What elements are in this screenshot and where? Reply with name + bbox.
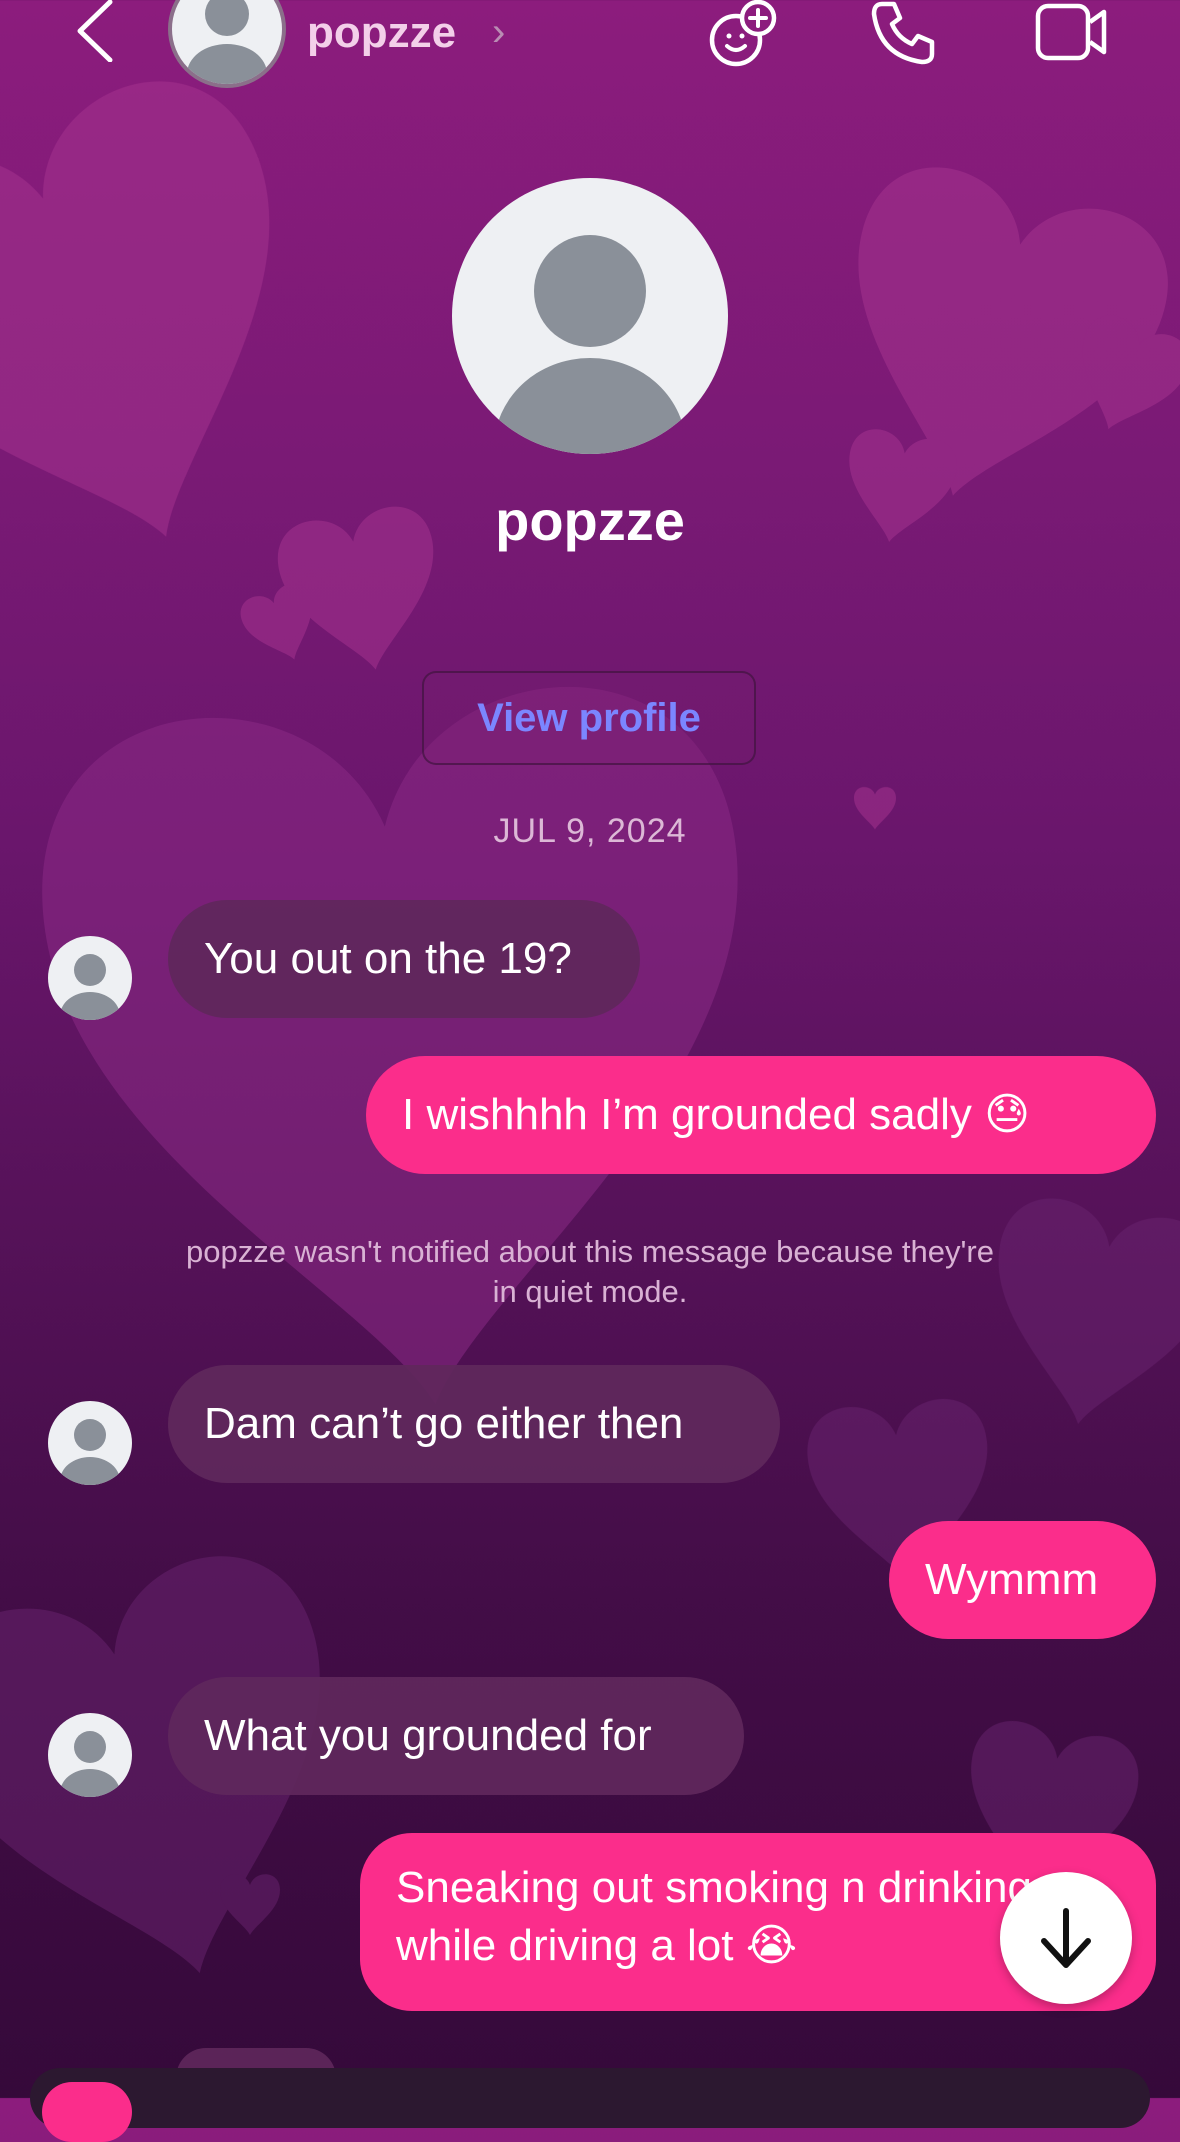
default-avatar-icon xyxy=(60,1731,120,1797)
view-profile-button[interactable]: View profile xyxy=(422,671,756,765)
phone-icon xyxy=(871,1,935,65)
incoming-message[interactable]: Dam can’t go either then xyxy=(168,1365,780,1483)
date-separator: JUL 9, 2024 xyxy=(493,812,687,850)
message-composer[interactable] xyxy=(30,2068,1150,2128)
outgoing-message[interactable]: I wishhhh I’m grounded sadly 😓 xyxy=(366,1056,1156,1174)
profile-name: popzze xyxy=(495,489,685,552)
back-button[interactable] xyxy=(70,0,120,63)
incoming-message[interactable]: What you grounded for xyxy=(168,1677,744,1795)
effects-icon xyxy=(709,0,777,67)
chat-header: popzze › xyxy=(0,0,1180,88)
audio-call-button[interactable] xyxy=(868,0,940,71)
camera-button[interactable] xyxy=(42,2082,132,2142)
default-avatar-icon xyxy=(60,954,120,1020)
video-icon xyxy=(1035,3,1107,61)
quiet-mode-notice: popzze wasn't notified about this messag… xyxy=(186,1234,994,1309)
default-avatar-icon xyxy=(187,0,267,84)
contact-name[interactable]: popzze xyxy=(307,8,456,58)
effects-button[interactable] xyxy=(700,0,784,73)
outgoing-message[interactable]: Wymmm xyxy=(889,1521,1156,1639)
incoming-message[interactable]: You out on the 19? xyxy=(168,900,640,1018)
default-avatar-icon xyxy=(494,235,686,454)
back-icon xyxy=(77,0,113,63)
sender-avatar[interactable] xyxy=(48,1401,132,1485)
chevron-right-icon: › xyxy=(492,10,506,54)
default-avatar-icon xyxy=(60,1419,120,1485)
scroll-to-bottom-button[interactable] xyxy=(1000,1872,1132,2004)
sender-avatar[interactable] xyxy=(48,1713,132,1797)
header-avatar[interactable] xyxy=(168,0,286,88)
video-call-button[interactable] xyxy=(1034,0,1110,69)
arrow-down-icon xyxy=(1041,1908,1091,1968)
profile-avatar[interactable] xyxy=(452,178,728,454)
sender-avatar[interactable] xyxy=(48,936,132,1020)
